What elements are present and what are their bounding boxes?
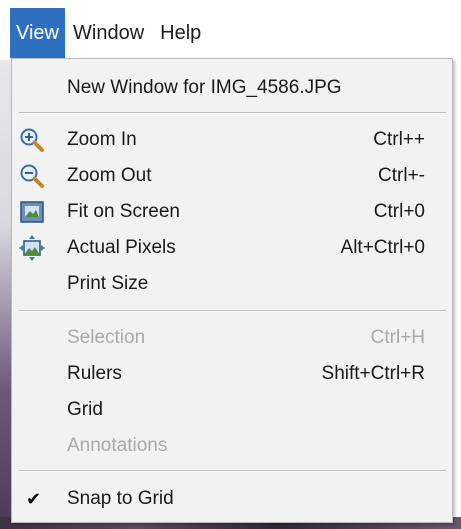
- menu-item-actual-pixels[interactable]: Actual Pixels Alt+Ctrl+0: [12, 231, 452, 265]
- menu-bar: View Window Help: [0, 8, 461, 58]
- menu-item-shortcut: Ctrl+0: [373, 201, 425, 222]
- menu-item-shortcut: Ctrl+H: [370, 327, 425, 348]
- menu-item-label: Print Size: [67, 273, 149, 294]
- menu-item-selection: Selection Ctrl+H: [12, 321, 452, 355]
- menu-item-shortcut: Ctrl+-: [378, 165, 425, 186]
- menu-item-label: Zoom In: [67, 129, 137, 150]
- menu-separator: [19, 470, 446, 472]
- menu-item-label: New Window for IMG_4586.JPG: [67, 77, 342, 98]
- menu-item-annotations: Annotations: [12, 429, 452, 463]
- menu-item-new-window[interactable]: New Window for IMG_4586.JPG: [12, 71, 452, 105]
- menu-item-shortcut: Shift+Ctrl+R: [321, 363, 425, 384]
- menu-item-rulers[interactable]: Rulers Shift+Ctrl+R: [12, 357, 452, 391]
- menu-item-label: Rulers: [67, 363, 122, 384]
- checkmark-icon: ✔: [26, 488, 42, 509]
- menu-item-zoom-out[interactable]: Zoom Out Ctrl+-: [12, 159, 452, 193]
- menu-item-label: Annotations: [67, 435, 168, 456]
- menu-item-fit-on-screen[interactable]: Fit on Screen Ctrl+0: [12, 195, 452, 229]
- menu-item-label: Fit on Screen: [67, 201, 180, 222]
- menu-separator: [19, 112, 446, 114]
- menu-item-shortcut: Ctrl++: [373, 129, 425, 150]
- menu-item-print-size[interactable]: Print Size: [12, 267, 452, 301]
- menu-item-grid[interactable]: Grid: [12, 393, 452, 427]
- menu-item-label: Actual Pixels: [67, 237, 176, 258]
- fit-on-screen-icon: [20, 201, 44, 223]
- zoom-out-icon: [20, 164, 44, 188]
- menu-item-label: Grid: [67, 399, 103, 420]
- menu-help[interactable]: Help: [152, 8, 209, 58]
- actual-pixels-icon: [19, 235, 45, 261]
- menu-item-snap-to-grid[interactable]: ✔ Snap to Grid: [12, 482, 452, 516]
- menu-item-label: Snap to Grid: [67, 488, 174, 509]
- view-menu-dropdown: New Window for IMG_4586.JPG Zoom In Ctrl…: [11, 58, 453, 523]
- menu-item-shortcut: Alt+Ctrl+0: [340, 237, 425, 258]
- menu-window[interactable]: Window: [65, 8, 152, 58]
- menu-separator: [19, 310, 446, 312]
- zoom-in-icon: [20, 128, 44, 152]
- menu-item-label: Zoom Out: [67, 165, 152, 186]
- menu-item-label: Selection: [67, 327, 146, 348]
- menu-item-zoom-in[interactable]: Zoom In Ctrl++: [12, 123, 452, 157]
- menu-view[interactable]: View: [10, 8, 65, 58]
